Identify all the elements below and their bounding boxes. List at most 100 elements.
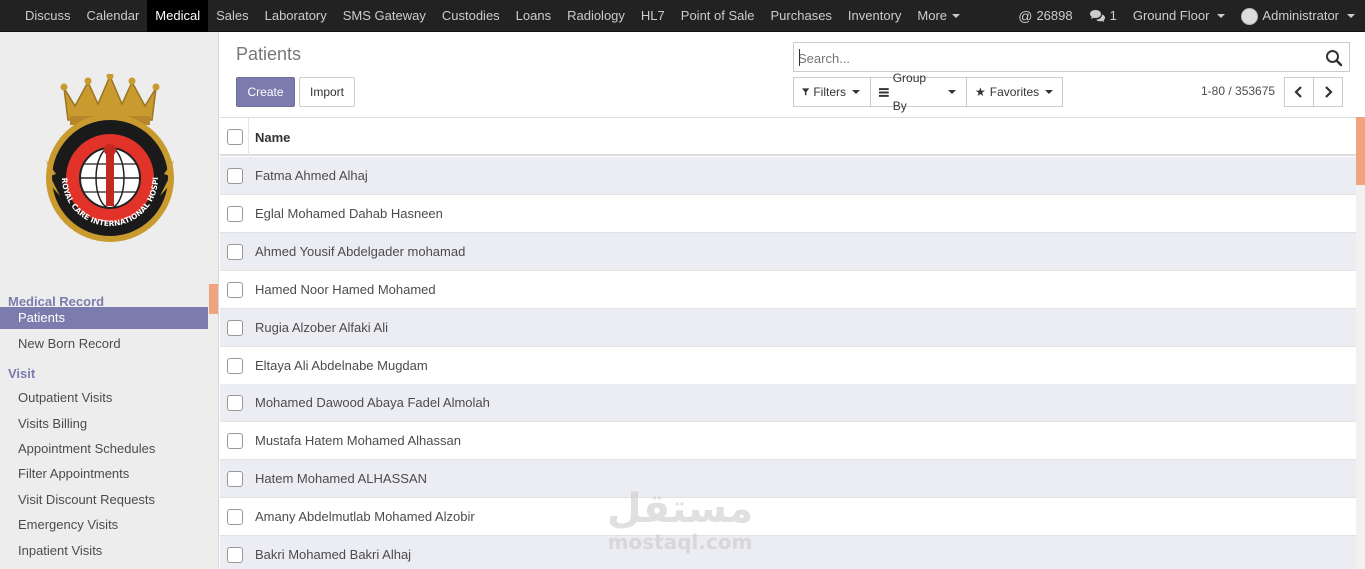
row-checkbox[interactable] [227,433,243,450]
table-row[interactable]: Rugia Alzober Alfaki Ali [220,308,1356,347]
scrollbar-thumb[interactable] [1356,117,1365,185]
menu-item-calendar[interactable]: Calendar [79,0,148,32]
menu-item-purchases[interactable]: Purchases [763,0,840,32]
table-row[interactable]: Mohamed Dawood Abaya Fadel Almolah [220,384,1356,423]
text-cursor [799,49,800,66]
watermark-arabic: مستقل [606,486,754,532]
patient-name-cell: Rugia Alzober Alfaki Ali [255,319,388,335]
chevron-down-icon [1045,90,1054,94]
groupby-dropdown[interactable]: Group By [870,71,967,113]
row-checkbox[interactable] [227,471,243,488]
table-row[interactable]: Amany Abdelmutlab Mohamed Alzobir [220,498,1356,537]
column-header-name[interactable]: Name [255,130,290,145]
sidebar-item-new-born-record[interactable]: New Born Record [0,333,208,355]
row-checkbox[interactable] [227,168,243,184]
pager-previous-button[interactable] [1284,77,1314,107]
import-button[interactable]: Import [299,77,355,107]
chevron-down-icon [1347,14,1355,18]
menu-item-loans[interactable]: Loans [508,0,559,32]
table-row[interactable]: Eglal Mohamed Dahab Hasneen [220,194,1356,233]
location-dropdown[interactable]: Ground Floor [1125,0,1234,32]
list-header: Name [220,118,1356,156]
table-row[interactable]: Bakri Mohamed Bakri Alhaj [220,536,1356,569]
star-icon: ★ [975,85,986,99]
table-row[interactable]: Hatem Mohamed ALHASSAN [220,460,1356,499]
table-row[interactable]: Fatma Ahmed Alhaj [220,157,1356,195]
menu-item-sales[interactable]: Sales [208,0,257,32]
sidebar-item-emergency-visits[interactable]: Emergency Visits [0,514,208,536]
menu-item-custodies[interactable]: Custodies [434,0,508,32]
list-scrollbar[interactable] [1356,117,1365,569]
mentions-indicator[interactable]: @ 26898 [1010,0,1080,32]
menu-item-label: Calendar [86,7,140,23]
search-input[interactable] [798,48,1318,68]
filters-dropdown[interactable]: Filters [793,77,871,107]
sidebar-item-inpatient-visits[interactable]: Inpatient Visits [0,540,208,562]
pager-value[interactable]: 1-80 / 353675 [1201,84,1275,98]
patients-list: Name Fatma Ahmed Alhaj Eglal Mohamed Daha… [220,117,1356,569]
pager-next-button[interactable] [1313,77,1343,107]
menu-item-hl7[interactable]: HL7 [633,0,673,32]
favorites-label: Favorites [989,85,1040,99]
search-icon[interactable] [1325,49,1343,67]
watermark-latin: mostaql.com [607,530,753,554]
top-navbar: Discuss Calendar Medical Sales Laboratory SMS… [0,0,1365,32]
row-checkbox[interactable] [227,509,243,526]
row-checkbox[interactable] [227,547,243,563]
select-all-checkbox[interactable] [227,129,243,145]
sidebar: ROYAL CARE INTERNATIONAL HOSPITAL Medica… [0,32,219,569]
table-row[interactable]: Mustafa Hatem Mohamed Alhassan [220,422,1356,461]
sidebar-item-patients[interactable]: Patients [0,307,208,329]
table-row[interactable]: Eltaya Ali Abdelnabe Mugdam [220,346,1356,385]
row-checkbox[interactable] [227,319,243,336]
menu-item-label: More [917,7,948,23]
menu-item-radiology[interactable]: Radiology [559,0,633,32]
patient-name-cell: Ahmed Yousif Abdelgader mohamad [255,243,466,259]
menu-item-label: Loans [515,7,552,23]
search-bar [793,42,1350,72]
menu-item-label: Radiology [567,7,625,23]
menu-item-discuss[interactable]: Discuss [0,0,79,32]
menu-item-label: Inventory [847,7,902,23]
table-row[interactable]: Hamed Noor Hamed Mohamed [220,270,1356,309]
watermark: مستقل mostaql.com [600,487,760,559]
sidebar-item-outpatient-visits[interactable]: Outpatient Visits [0,387,208,409]
menu-item-sms-gateway[interactable]: SMS Gateway [335,0,434,32]
sidebar-section-visit[interactable]: Visit [8,366,35,381]
search-options: Filters Group By ★ Favorites [793,71,1063,113]
avatar [1241,7,1259,25]
messages-count: 1 [1109,8,1117,23]
favorites-dropdown[interactable]: ★ Favorites [966,77,1063,107]
chevron-left-icon [1294,86,1302,98]
row-checkbox[interactable] [227,357,243,374]
list-icon [879,88,889,97]
create-button[interactable]: Create [236,77,295,107]
column-divider [248,118,249,156]
breadcrumb: Patients [236,44,302,64]
menu-item-point-of-sale[interactable]: Point of Sale [673,0,763,32]
table-row[interactable]: Ahmed Yousif Abdelgader mohamad [220,232,1356,271]
menu-item-laboratory[interactable]: Laboratory [257,0,335,32]
row-checkbox[interactable] [227,243,243,260]
menu-item-label: SMS Gateway [342,7,426,23]
messages-indicator[interactable]: 1 [1081,0,1125,32]
sidebar-scroll-indicator [209,284,218,314]
patient-name-cell: Hatem Mohamed ALHASSAN [255,471,427,487]
chevron-down-icon [952,14,961,19]
sidebar-item-appointment-schedules[interactable]: Appointment Schedules [0,438,208,460]
menu-item-more[interactable]: More [909,0,968,32]
comments-icon [1089,10,1105,22]
sidebar-item-filter-appointments[interactable]: Filter Appointments [0,463,208,485]
menu-item-medical[interactable]: Medical [147,0,209,32]
menu-item-inventory[interactable]: Inventory [840,0,909,32]
row-checkbox[interactable] [227,395,243,412]
sidebar-item-visit-discount-requests[interactable]: Visit Discount Requests [0,489,208,511]
patient-name-cell: Fatma Ahmed Alhaj [255,168,368,183]
sidebar-item-visits-billing[interactable]: Visits Billing [0,413,208,435]
patient-name-cell: Eglal Mohamed Dahab Hasneen [255,205,443,221]
row-checkbox[interactable] [227,281,243,298]
menu-item-label: Purchases [770,7,832,23]
row-checkbox[interactable] [227,205,243,222]
user-menu[interactable]: Administrator [1233,0,1365,32]
menu-item-label: Medical [155,7,201,23]
